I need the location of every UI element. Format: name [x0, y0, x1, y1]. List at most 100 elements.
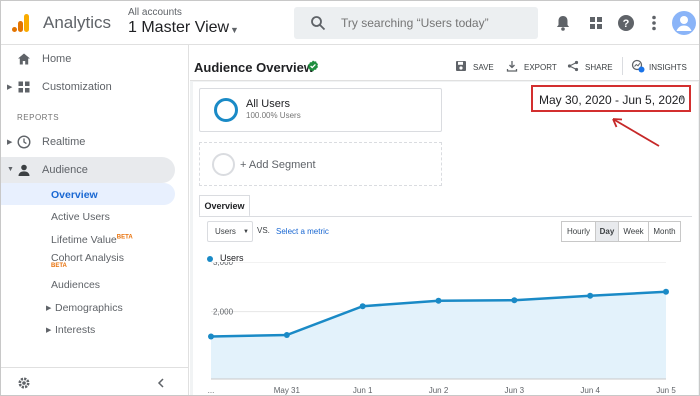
segment-name: All Users	[246, 98, 291, 110]
share-icon[interactable]	[567, 60, 579, 72]
data-point	[435, 297, 442, 304]
export-icon[interactable]	[506, 60, 518, 72]
caret-right-icon: ▶	[7, 139, 13, 146]
sidebar-sub-lifetime-value[interactable]: Lifetime ValueBETA	[51, 234, 133, 246]
date-range-picker[interactable]: May 30, 2020 - Jun 5, 2020 ▼	[531, 85, 691, 112]
beta-badge: BETA	[51, 263, 67, 269]
segment-percentage: 100.00% Users	[246, 111, 301, 120]
sidebar-item-label: Audience	[42, 164, 88, 176]
header-divider	[622, 57, 623, 75]
tab-divider	[199, 216, 692, 217]
customization-grid-icon	[18, 81, 30, 93]
view-selector[interactable]: 1 Master View	[128, 19, 229, 37]
save-icon[interactable]	[455, 60, 467, 72]
data-point	[283, 332, 290, 339]
date-range-text: May 30, 2020 - Jun 5, 2020	[539, 93, 686, 107]
add-segment-button[interactable]: + Add Segment	[240, 159, 316, 171]
granularity-week-button[interactable]: Week	[618, 221, 649, 242]
caret-right-icon: ▶	[46, 305, 52, 312]
reports-header: REPORTS	[17, 113, 60, 122]
apps-grid-icon[interactable]	[586, 13, 606, 33]
app-title: Analytics	[43, 13, 112, 32]
users-chart: 3,0002,0001,000...May 31Jun 1Jun 2Jun 3J…	[208, 262, 676, 395]
vs-label: VS.	[257, 226, 270, 235]
x-tick-label: Jun 5	[656, 386, 676, 395]
sidebar-item-customization[interactable]: ▶ Customization	[1, 74, 189, 100]
caret-down-icon: ▼	[243, 229, 249, 235]
home-icon	[18, 53, 30, 65]
export-button[interactable]: EXPORT	[524, 63, 557, 72]
report-header: Audience Overview SAVE EXPORT SHARE INSI…	[190, 45, 699, 81]
avatar[interactable]	[672, 11, 696, 35]
data-point	[511, 297, 518, 304]
granularity-hourly-button[interactable]: Hourly	[561, 221, 596, 242]
sidebar-sub-active-users[interactable]: Active Users	[51, 211, 110, 223]
clock-icon	[17, 135, 31, 149]
annotation-arrow-icon	[612, 118, 660, 147]
x-tick-label: Jun 2	[429, 386, 449, 395]
tab-overview[interactable]: Overview	[199, 195, 250, 217]
top-bar: Analytics All accounts 1 Master View ▼ T…	[1, 1, 699, 45]
sidebar-sub-demographics[interactable]: Demographics	[55, 302, 123, 314]
main-area: Audience Overview SAVE EXPORT SHARE INSI…	[190, 45, 699, 395]
data-point	[359, 303, 366, 310]
sidebar-item-realtime[interactable]: ▶ Realtime	[1, 129, 189, 155]
x-tick-label: ...	[208, 386, 215, 395]
sidebar-item-label: Realtime	[42, 136, 86, 148]
account-label[interactable]: All accounts	[128, 7, 182, 18]
lifetime-value-label: Lifetime Value	[51, 234, 117, 246]
metric-selector[interactable]: Users ▼	[207, 221, 253, 242]
add-segment-card[interactable]: + Add Segment	[199, 142, 442, 186]
caret-down-icon: ▼	[7, 166, 14, 173]
bell-icon[interactable]	[553, 13, 573, 33]
page-title: Audience Overview	[194, 60, 314, 75]
sidebar-item-home[interactable]: Home	[1, 46, 189, 72]
analytics-logo-icon[interactable]	[11, 13, 31, 33]
report-content: All Users 100.00% Users + Add Segment Ma…	[193, 82, 698, 395]
data-point	[663, 288, 669, 295]
caret-right-icon: ▶	[7, 84, 13, 91]
sidebar-item-label: Customization	[42, 81, 112, 93]
svg-text:?: ?	[623, 18, 630, 30]
insights-icon[interactable]	[631, 59, 645, 73]
data-point	[208, 333, 214, 340]
caret-right-icon: ▶	[46, 327, 52, 334]
person-icon	[18, 164, 30, 176]
sidebar-item-audience[interactable]: ▼ Audience	[1, 157, 189, 183]
insights-button[interactable]: INSIGHTS	[649, 63, 687, 72]
sidebar-sub-interests[interactable]: Interests	[55, 324, 95, 336]
select-metric-link[interactable]: Select a metric	[276, 227, 329, 236]
segment-all-users[interactable]: All Users 100.00% Users	[199, 88, 442, 132]
sidebar-sub-overview[interactable]: Overview	[51, 189, 98, 201]
share-button[interactable]: SHARE	[585, 63, 613, 72]
x-tick-label: Jun 4	[580, 386, 600, 395]
verified-check-icon	[308, 60, 318, 72]
segment-ring-icon	[214, 98, 238, 122]
metric-selector-value: Users	[215, 227, 236, 236]
sidebar-sub-audiences[interactable]: Audiences	[51, 279, 100, 291]
help-icon[interactable]: ?	[616, 13, 636, 33]
beta-badge: BETA	[116, 234, 133, 241]
collapse-chevron-icon[interactable]	[155, 377, 167, 389]
x-tick-label: Jun 1	[353, 386, 373, 395]
empty-segment-ring-icon	[212, 153, 235, 176]
x-tick-label: Jun 3	[505, 386, 525, 395]
granularity-month-button[interactable]: Month	[648, 221, 681, 242]
app-window: Analytics All accounts 1 Master View ▼ T…	[0, 0, 700, 396]
granularity-day-button[interactable]: Day	[595, 221, 619, 242]
search-placeholder: Try searching “Users today”	[341, 16, 489, 30]
search-bar[interactable]: Try searching “Users today”	[294, 7, 538, 39]
gear-icon[interactable]	[17, 376, 31, 390]
caret-down-icon[interactable]: ▼	[230, 25, 239, 35]
sidebar-item-label: Home	[42, 53, 72, 65]
sidebar-footer	[1, 367, 189, 395]
y-tick-label: 3,000	[213, 262, 234, 267]
search-icon	[311, 16, 326, 31]
sidebar: Home ▶ Customization REPORTS ▶ Realtime …	[1, 45, 189, 395]
data-point	[587, 292, 594, 299]
more-vert-icon[interactable]	[644, 13, 664, 33]
x-tick-label: May 31	[274, 386, 301, 395]
save-button[interactable]: SAVE	[473, 63, 494, 72]
caret-down-icon: ▼	[678, 96, 685, 103]
y-tick-label: 2,000	[213, 308, 234, 317]
